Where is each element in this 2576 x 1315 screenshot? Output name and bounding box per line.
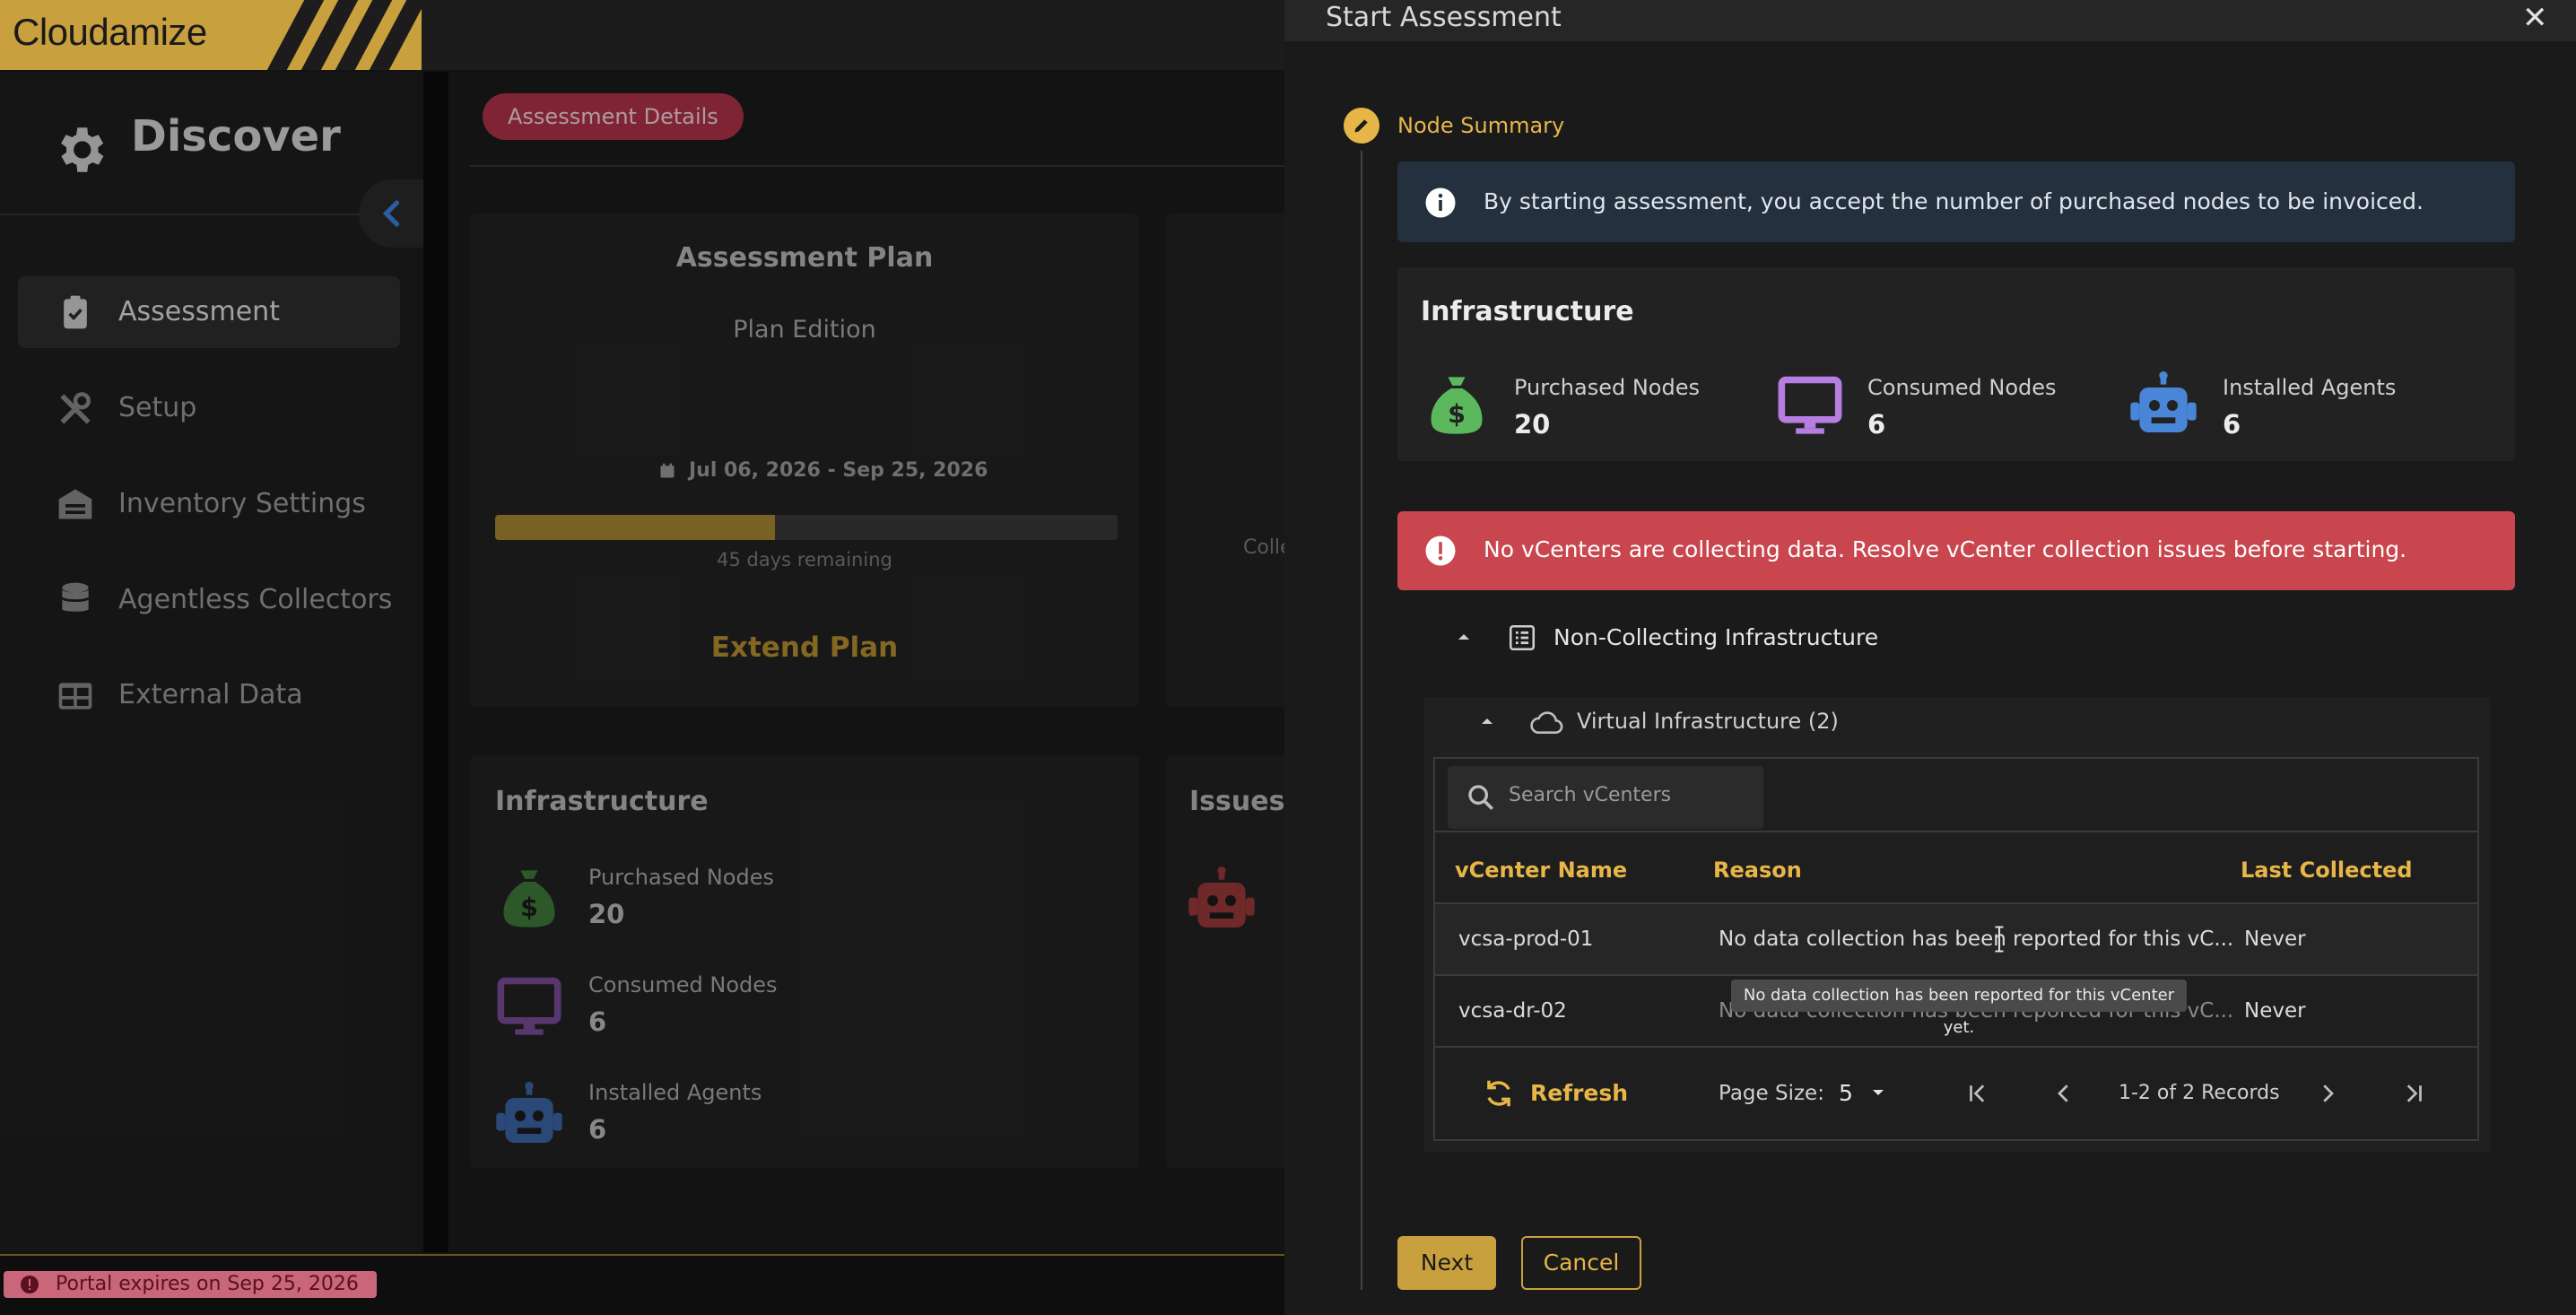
cloud-icon (1530, 711, 1563, 734)
reason-tooltip: No data collection has been reported for… (1731, 980, 2187, 1037)
modal-purchased-label: Purchased Nodes (1514, 375, 1700, 400)
brand-logo[interactable]: Cloudamize (0, 0, 422, 70)
column-header-last-collected[interactable]: Last Collected (2241, 858, 2413, 883)
records-count: 1-2 of 2 Records (2119, 1082, 2280, 1104)
non-collecting-section-label[interactable]: Non-Collecting Infrastructure (1553, 624, 1878, 650)
last-collected-cell: Never (2244, 999, 2306, 1023)
table-footer-divider (1435, 1046, 2477, 1048)
first-page-icon[interactable] (1962, 1080, 1993, 1107)
previous-page-icon[interactable] (2050, 1080, 2077, 1107)
search-placeholder: Search vCenters (1509, 784, 1672, 806)
last-page-icon[interactable] (2398, 1080, 2429, 1107)
refresh-button[interactable]: Refresh (1530, 1080, 1628, 1106)
modal-purchased-value: 20 (1514, 409, 1551, 440)
refresh-icon[interactable] (1482, 1076, 1516, 1110)
portal-expiry-badge: Portal expires on Sep 25, 2026 (4, 1271, 377, 1298)
text-cursor-icon (1995, 926, 2004, 953)
table-header-divider (1435, 831, 2477, 832)
next-page-icon[interactable] (2314, 1080, 2341, 1107)
alert-circle-icon (21, 1276, 39, 1293)
list-alt-icon (1509, 624, 1536, 651)
page-size-label: Page Size: (1719, 1082, 1824, 1105)
alert-circle-icon (1425, 536, 1456, 566)
virtual-infra-label[interactable]: Virtual Infrastructure (2) (1577, 709, 1839, 734)
dialog-title: Start Assessment (1326, 2, 1562, 33)
info-icon (1425, 187, 1456, 218)
caret-up-icon[interactable] (1478, 714, 1496, 728)
column-header-vcenter-name[interactable]: vCenter Name (1455, 858, 1627, 883)
pencil-icon (1354, 119, 1368, 133)
brand-name: Cloudamize (13, 11, 207, 53)
close-icon[interactable]: ✕ (2522, 0, 2548, 36)
svg-text:$: $ (1448, 399, 1466, 429)
page-size-select[interactable]: 5 (1839, 1080, 1853, 1106)
modal-agents-label: Installed Agents (2223, 375, 2397, 400)
search-input[interactable]: Search vCenters (1448, 766, 1763, 829)
vcenter-error-text: No vCenters are collecting data. Resolve… (1484, 536, 2407, 562)
next-button[interactable]: Next (1397, 1236, 1496, 1290)
modal-consumed-value: 6 (1867, 409, 1886, 440)
vcenter-name-cell: vcsa-prod-01 (1458, 927, 1594, 951)
monitor-icon (1778, 376, 1842, 434)
robot-icon (2130, 371, 2197, 432)
step-label: Node Summary (1397, 113, 1565, 138)
modal-consumed-label: Consumed Nodes (1867, 375, 2057, 400)
modal-backdrop[interactable] (0, 72, 1284, 1252)
stepper-line (1361, 151, 1362, 1290)
cancel-button[interactable]: Cancel (1521, 1236, 1641, 1290)
money-bag-icon: $ (1431, 377, 1483, 434)
reason-cell: No data collection has been reported for… (1719, 927, 2234, 951)
last-collected-cell: Never (2244, 927, 2306, 951)
column-header-reason[interactable]: Reason (1713, 858, 1802, 883)
caret-up-icon[interactable] (1455, 630, 1473, 644)
portal-expiry-text: Portal expires on Sep 25, 2026 (56, 1273, 359, 1295)
invoice-info-text: By starting assessment, you accept the n… (1484, 188, 2424, 214)
modal-infra-title: Infrastructure (1421, 296, 1634, 327)
vcenter-name-cell: vcsa-dr-02 (1458, 999, 1567, 1023)
step-indicator (1344, 108, 1379, 144)
modal-agents-value: 6 (2223, 409, 2241, 440)
caret-down-icon[interactable] (1869, 1085, 1887, 1100)
search-icon (1468, 785, 1494, 811)
